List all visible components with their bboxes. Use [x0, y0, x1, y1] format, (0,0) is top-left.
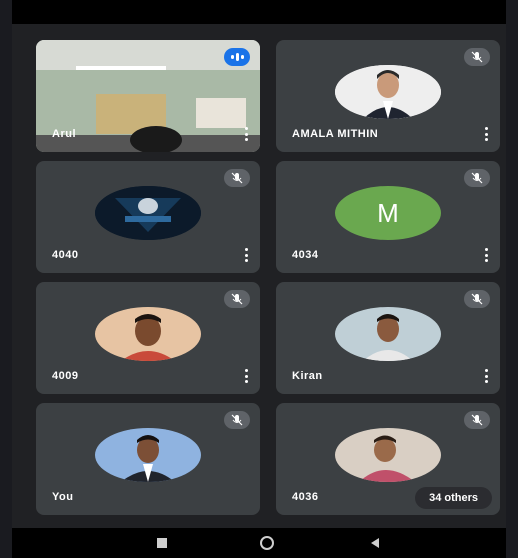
mic-off-icon: [464, 169, 490, 187]
mic-off-icon: [464, 48, 490, 66]
participant-name: Arul: [52, 128, 76, 140]
participant-name: AMALA MITHIN: [292, 128, 379, 140]
mic-off-icon: [224, 169, 250, 187]
mic-off-icon: [224, 411, 250, 429]
participant-name: 4036: [292, 491, 319, 503]
participant-tile[interactable]: 4036 34 others: [276, 403, 500, 515]
more-options-icon[interactable]: [244, 127, 248, 141]
more-options-icon[interactable]: [484, 127, 488, 141]
participant-avatar: [335, 307, 441, 361]
participant-tile[interactable]: AMALA MITHIN: [276, 40, 500, 152]
participant-name: 4009: [52, 370, 79, 382]
participant-avatar: [95, 428, 201, 482]
participant-tile[interactable]: 4009: [36, 282, 260, 394]
home-icon[interactable]: [258, 536, 276, 550]
more-options-icon[interactable]: [484, 369, 488, 383]
participant-name: 4034: [292, 249, 319, 261]
speaking-indicator-icon: [224, 48, 250, 66]
recent-apps-icon[interactable]: [155, 536, 169, 550]
participant-tile[interactable]: M 4034: [276, 161, 500, 273]
participant-tile[interactable]: Arul: [36, 40, 260, 152]
mic-off-icon: [464, 290, 490, 308]
participant-tile[interactable]: Kiran: [276, 282, 500, 394]
back-icon[interactable]: [368, 536, 382, 550]
participant-avatar: M: [335, 186, 441, 240]
more-options-icon[interactable]: [244, 248, 248, 262]
others-count-button[interactable]: 34 others: [415, 487, 492, 509]
participant-tile[interactable]: 4040: [36, 161, 260, 273]
participant-avatar: [335, 65, 441, 119]
meeting-screen: Arul AMALA MITHIN 4040 M 4034 4009 Kiran…: [12, 0, 506, 558]
status-bar: [12, 0, 506, 24]
mic-off-icon: [464, 411, 490, 429]
participant-name: 4040: [52, 249, 79, 261]
mic-off-icon: [224, 290, 250, 308]
participant-avatar: [95, 307, 201, 361]
participant-tile[interactable]: You: [36, 403, 260, 515]
participant-name: Kiran: [292, 370, 323, 382]
participant-avatar: [335, 428, 441, 482]
more-options-icon[interactable]: [244, 369, 248, 383]
participant-avatar: [95, 186, 201, 240]
navigation-bar: [12, 528, 506, 558]
participant-name: You: [52, 491, 74, 503]
more-options-icon[interactable]: [484, 248, 488, 262]
